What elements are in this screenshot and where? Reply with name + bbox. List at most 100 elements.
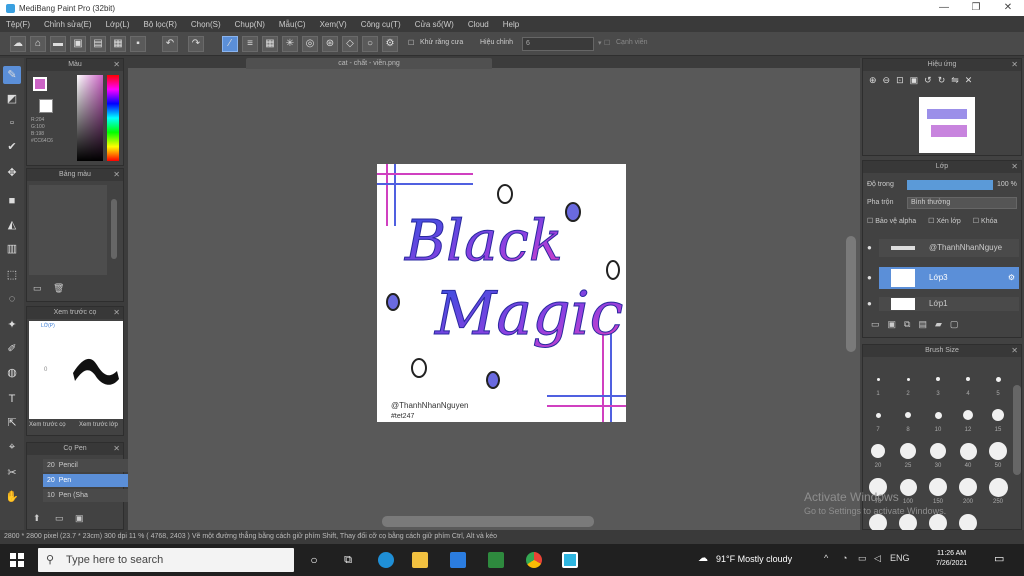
minimize-button[interactable]: — (928, 0, 960, 16)
save-icon[interactable]: ▪ (130, 36, 146, 52)
add-color-icon[interactable]: ▭ (33, 283, 42, 294)
brush-size-option[interactable] (906, 377, 910, 381)
brush-size-option[interactable] (988, 477, 1008, 497)
menu-tools[interactable]: Công cụ(T) (361, 20, 401, 29)
snap-off-icon[interactable]: ⁄ (222, 36, 238, 52)
reset-icon[interactable]: ✕ (965, 75, 973, 93)
snap-settings-icon[interactable]: ⚙ (382, 36, 398, 52)
panel-close-icon[interactable]: ✕ (1011, 59, 1018, 71)
fit-icon[interactable]: ⊡ (896, 75, 904, 93)
snap-ellipse-icon[interactable]: ○ (362, 36, 378, 52)
cloud-icon[interactable]: ☁ (10, 36, 26, 52)
fill-rect-icon[interactable]: ■ (3, 192, 21, 210)
menu-cloud[interactable]: Cloud (468, 20, 489, 29)
zoom-out-icon[interactable]: ⊖ (883, 75, 891, 93)
tab-layer-preview[interactable]: Xem trước lớp (79, 422, 118, 428)
image-icon[interactable]: ▣ (70, 36, 86, 52)
panel-close-icon[interactable]: ✕ (1011, 161, 1018, 173)
magic-wand-icon[interactable]: ✦ (3, 316, 21, 334)
hue-slider[interactable] (107, 75, 119, 161)
menu-view[interactable]: Xem(V) (320, 20, 347, 29)
menu-filter[interactable]: Bộ lọc(R) (144, 20, 177, 29)
canvas-vertical-scrollbar[interactable] (846, 236, 856, 352)
medibang-taskbar-icon[interactable] (562, 552, 578, 568)
store-icon[interactable] (450, 552, 466, 568)
dot-tool-icon[interactable]: ▫ (3, 114, 21, 132)
panel-close-icon[interactable]: ✕ (113, 443, 120, 455)
actual-size-icon[interactable]: ▣ (910, 75, 919, 93)
lock-checkbox[interactable]: ☐ Khóa (973, 217, 998, 225)
menu-layer[interactable]: Lớp(L) (106, 20, 130, 29)
check-tool-icon[interactable]: ✔ (3, 138, 21, 156)
snap-grid-icon[interactable]: ▦ (262, 36, 278, 52)
brush-size-option[interactable] (959, 442, 977, 460)
lasso-tool-icon[interactable]: ◌ (3, 290, 21, 308)
wifi-icon[interactable]: ◔ (842, 553, 847, 563)
weather-text[interactable]: 91°F Mostly cloudy (716, 554, 792, 564)
layer-row[interactable]: ● @ThanhNhanNguye (867, 239, 1019, 257)
eye-icon[interactable]: ● (867, 297, 872, 311)
checkbox-icon[interactable]: ☐ (408, 39, 414, 47)
navigator-thumbnail[interactable] (919, 97, 975, 153)
brush-size-option[interactable] (936, 377, 940, 381)
chrome-icon[interactable] (526, 552, 542, 568)
menu-window[interactable]: Cửa sổ(W) (415, 20, 454, 29)
brush-size-option[interactable] (959, 478, 977, 496)
edge-browser-icon[interactable] (378, 552, 394, 568)
brush-tool-icon[interactable]: ✎ (3, 66, 21, 84)
eye-icon[interactable]: ● (867, 267, 872, 289)
eye-icon[interactable]: ● (867, 239, 872, 257)
panel-close-icon[interactable]: ✕ (113, 169, 120, 181)
brush-size-option[interactable] (963, 410, 973, 420)
alpha-protect-checkbox[interactable]: ☐ Bảo vệ alpha (867, 217, 916, 225)
brush-size-option[interactable] (989, 442, 1007, 460)
volume-icon[interactable]: ◁ (874, 553, 881, 564)
brush-size-option[interactable] (992, 409, 1004, 421)
new-raster-icon[interactable]: ▣ (888, 319, 897, 330)
file-explorer-icon[interactable] (412, 552, 428, 568)
blend-select[interactable]: Bình thường (907, 197, 1017, 209)
bucket-tool-icon[interactable]: ◭ (3, 216, 21, 234)
canvas-horizontal-scrollbar[interactable] (382, 516, 594, 527)
menu-help[interactable]: Help (503, 20, 519, 29)
palette-grid[interactable] (29, 185, 107, 275)
weather-icon[interactable]: ☁ (698, 553, 708, 564)
home-icon[interactable]: ⌂ (30, 36, 46, 52)
tab-brush-preview[interactable]: Xem trước cọ (29, 422, 66, 428)
language-icon[interactable]: ENG (890, 553, 910, 563)
snap-circle-icon[interactable]: ◎ (302, 36, 318, 52)
windows-start-icon[interactable] (10, 553, 24, 567)
primary-color-swatch[interactable] (33, 77, 47, 91)
palette-scrollbar[interactable] (111, 199, 117, 259)
menu-select[interactable]: Chọn(S) (191, 20, 221, 29)
divide-tool-icon[interactable]: ✂ (3, 464, 21, 482)
move-tool-icon[interactable]: ✥ (3, 164, 21, 182)
pen-row-pen[interactable]: 20 Pen (43, 474, 133, 487)
select-eraser-icon[interactable]: ◍ (3, 364, 21, 382)
brush-settings-icon[interactable]: ▭ (55, 513, 64, 524)
brush-size-option[interactable] (875, 412, 881, 418)
new-layer-icon[interactable]: ▭ (871, 319, 880, 330)
folder-icon[interactable]: ▰ (935, 319, 942, 330)
panel-close-icon[interactable]: ✕ (1011, 345, 1018, 357)
zoom-in-icon[interactable]: ⊕ (869, 75, 877, 93)
saturation-field[interactable] (77, 75, 103, 161)
layer-menu-icon[interactable]: ▤ (918, 319, 927, 330)
layer-row[interactable]: ● Lớp1 (867, 297, 1019, 311)
eraser-tool-icon[interactable]: ◩ (3, 90, 21, 108)
menu-edit[interactable]: Chỉnh sửa(E) (44, 20, 92, 29)
menu-template[interactable]: Mẫu(C) (279, 20, 306, 29)
undo-icon[interactable]: ↶ (162, 36, 178, 52)
panel-close-icon[interactable]: ✕ (113, 59, 120, 71)
hand-tool-icon[interactable]: ✋ (3, 488, 21, 506)
operation-tool-icon[interactable]: ⇱ (3, 414, 21, 432)
select-tool-icon[interactable]: ⬚ (3, 266, 21, 284)
flip-icon[interactable]: ⇋ (951, 75, 959, 93)
close-button[interactable]: ✕ (992, 0, 1024, 16)
panel-close-icon[interactable]: ✕ (113, 307, 120, 319)
app-icon[interactable] (488, 552, 504, 568)
snap-radial-icon[interactable]: ✳ (282, 36, 298, 52)
menu-snap[interactable]: Chụp(N) (235, 20, 265, 29)
brush-size-option[interactable] (905, 412, 911, 418)
brush-size-option[interactable] (934, 411, 942, 419)
